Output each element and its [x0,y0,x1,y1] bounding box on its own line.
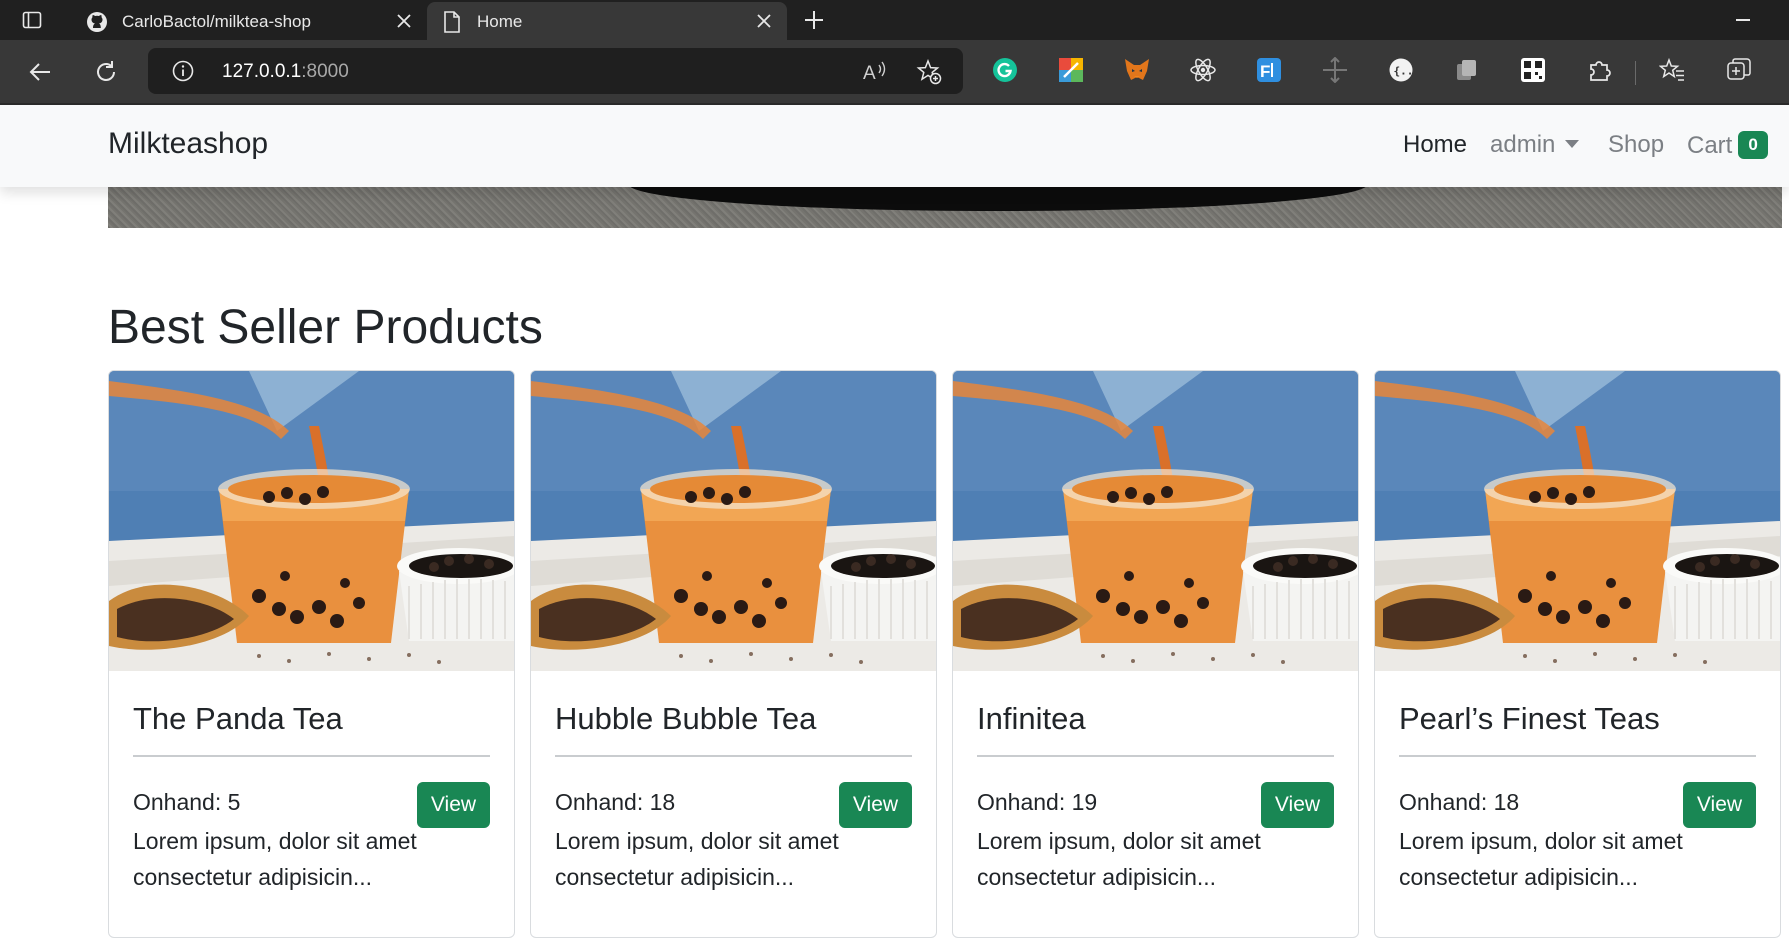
font-identifier-icon[interactable]: F [1255,56,1283,84]
product-image [531,371,936,671]
reload-icon[interactable] [92,58,120,86]
nav-shop-link[interactable]: Shop [1608,131,1664,159]
product-card: Hubble Bubble Tea Onhand: 18 Lorem ipsum… [530,370,937,938]
read-aloud-icon[interactable]: A [862,59,888,84]
product-card: Infinitea Onhand: 19 Lorem ipsum, dolor … [952,370,1359,938]
github-icon [86,11,108,33]
product-onhand: Onhand: 18 [1399,789,1520,815]
product-card: Pearl’s Finest Teas Onhand: 18 Lorem ips… [1374,370,1781,938]
section-title: Best Seller Products [108,301,543,354]
view-product-button[interactable]: View [417,782,490,828]
hero-banner-image [108,187,1782,228]
metamask-icon[interactable] [1123,56,1151,84]
url-port: :8000 [301,61,349,82]
view-product-button[interactable]: View [1261,782,1334,828]
favorites-icon[interactable] [1658,56,1686,84]
brand-link[interactable]: Milkteashop [108,127,268,161]
toolbar-separator [1635,61,1636,85]
product-description: Lorem ipsum, dolor sit amet consectetur … [1399,828,1683,890]
product-image [109,371,514,671]
product-onhand: Onhand: 5 [133,789,241,815]
product-name: Infinitea [977,701,1086,736]
nav-admin-label: admin [1490,131,1556,158]
product-name: Hubble Bubble Tea [555,701,817,736]
close-icon[interactable] [395,12,413,30]
product-description: Lorem ipsum, dolor sit amet consectetur … [977,828,1261,890]
cart-count-badge: 0 [1738,131,1768,159]
json-viewer-icon[interactable]: {..} [1387,56,1415,84]
tab-actions-icon[interactable] [20,8,44,32]
product-onhand: Onhand: 19 [977,789,1098,815]
dropdown-caret-icon [1565,140,1580,148]
divider [133,755,490,757]
view-product-button[interactable]: View [839,782,912,828]
product-card: The Panda Tea Onhand: 5 Lorem ipsum, dol… [108,370,515,938]
product-image [953,371,1358,671]
url-host: 127.0.0.1 [222,61,302,82]
new-tab-icon[interactable] [802,8,826,32]
add-favorite-icon[interactable] [916,58,942,85]
close-icon[interactable] [755,12,773,30]
view-product-button[interactable]: View [1683,782,1756,828]
tab-title: Home [477,12,523,31]
svg-text:F: F [1260,62,1270,81]
react-devtools-icon[interactable] [1189,56,1217,84]
product-name: Pearl’s Finest Teas [1399,701,1660,736]
grammarly-icon[interactable] [991,56,1019,84]
site-info-icon[interactable] [172,60,194,82]
back-icon[interactable] [26,58,54,86]
nav-cart-label: Cart [1687,132,1733,159]
hero-shadow [628,187,1368,211]
page-icon [441,11,463,33]
product-image [1375,371,1780,671]
url-text: 127.0.0.1:8000 [222,61,349,83]
browser-tab-bar: CarloBactol/milktea-shop Home [0,0,1789,40]
nav-admin-dropdown[interactable]: admin [1490,131,1580,159]
nav-home-link[interactable]: Home [1403,131,1467,159]
svg-text:A: A [863,63,876,83]
nav-cart-link[interactable]: Cart 0 [1687,131,1768,160]
tab-github[interactable]: CarloBactol/milktea-shop [72,2,427,40]
svg-text:{..}: {..} [1394,65,1415,78]
move-icon[interactable] [1321,56,1349,84]
product-name: The Panda Tea [133,701,343,736]
divider [1399,755,1756,757]
tab-title: CarloBactol/milktea-shop [122,12,311,31]
collections-icon[interactable] [1725,56,1753,84]
product-description: Lorem ipsum, dolor sit amet consectetur … [133,828,417,890]
tab-home[interactable]: Home [427,2,787,40]
divider [977,755,1334,757]
qr-code-icon[interactable] [1519,56,1547,84]
site-navbar: Milkteashop Home admin Shop Cart 0 [0,105,1789,187]
divider [555,755,912,757]
extensions-icon[interactable] [1585,56,1613,84]
address-bar[interactable]: 127.0.0.1:8000 A [148,48,963,94]
copy-icon[interactable] [1453,56,1481,84]
product-description: Lorem ipsum, dolor sit amet consectetur … [555,828,839,890]
color-picker-icon[interactable] [1057,56,1085,84]
product-onhand: Onhand: 18 [555,789,676,815]
minimize-icon[interactable] [1736,19,1750,21]
browser-toolbar: 127.0.0.1:8000 A F {..} [0,40,1789,103]
